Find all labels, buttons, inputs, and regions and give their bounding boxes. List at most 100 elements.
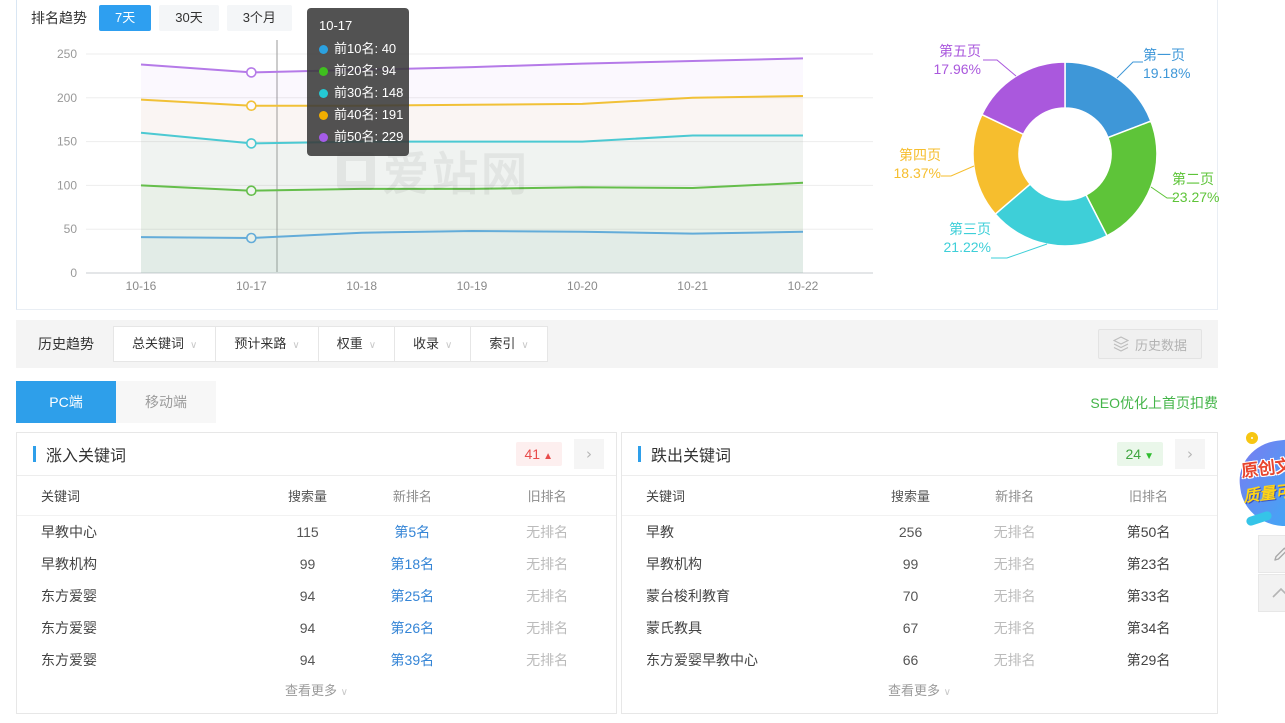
keyword-cell: 蒙氏教具 — [622, 618, 872, 638]
rank-trend-title: 排名趋势 — [31, 5, 87, 31]
tab-30days[interactable]: 30天 — [159, 5, 218, 31]
old-rank-cell: 无排名 — [478, 650, 616, 670]
pie-label-page5: 第五页17.96% — [913, 42, 981, 78]
tooltip-row: 前10名: 40 — [319, 38, 397, 60]
keyword-cell: 东方爱婴 — [17, 586, 269, 606]
promo-badge[interactable]: 原创文 质量可 — [1238, 436, 1285, 532]
chevron-down-icon: ∨ — [341, 687, 348, 698]
page-distribution-chart: 第一页19.18% 第二页23.27% 第三页21.22% 第四页18.37% … — [875, 26, 1251, 292]
tab-pc[interactable]: PC端 — [16, 381, 116, 423]
search-volume-cell: 94 — [269, 588, 347, 604]
old-rank-cell: 第23名 — [1080, 554, 1217, 574]
new-rank-cell[interactable]: 第39名 — [346, 650, 478, 670]
search-volume-cell: 67 — [872, 620, 949, 636]
search-volume-cell: 94 — [269, 620, 347, 636]
keyword-cell: 东方爱婴 — [17, 650, 269, 670]
old-rank-cell: 第34名 — [1080, 618, 1217, 638]
drop-view-more[interactable]: 查看更多 ∨ — [622, 676, 1217, 709]
new-rank-cell[interactable]: 第25名 — [346, 586, 478, 606]
chevron-down-icon: ∨ — [944, 687, 951, 698]
chevron-down-icon: ∨ — [190, 340, 197, 351]
series-dot-icon — [319, 45, 328, 54]
search-volume-cell: 115 — [269, 524, 347, 540]
new-rank-cell[interactable]: 第18名 — [346, 554, 478, 574]
rise-view-more[interactable]: 查看更多 ∨ — [17, 676, 616, 709]
tooltip-row: 前40名: 191 — [319, 104, 397, 126]
rise-more-arrow-button[interactable]: › — [574, 439, 604, 469]
filter-indexed[interactable]: 收录∨ — [394, 326, 471, 362]
title-accent-bar — [33, 446, 36, 462]
tab-mobile[interactable]: 移动端 — [116, 381, 216, 423]
pencil-icon — [1272, 545, 1285, 563]
svg-text:10-20: 10-20 — [567, 279, 598, 293]
svg-text:10-16: 10-16 — [126, 279, 157, 293]
rise-table-header: 关键词 搜索量 新排名 旧排名 — [17, 476, 616, 516]
svg-text:10-19: 10-19 — [457, 279, 488, 293]
drop-keywords-panel: 跌出关键词 24▼ › 关键词 搜索量 新排名 旧排名 早教256无排名第50名… — [621, 432, 1218, 714]
keyword-cell: 蒙台梭利教育 — [622, 586, 872, 606]
drop-more-arrow-button[interactable]: › — [1175, 439, 1205, 469]
triangle-down-icon: ▼ — [1144, 451, 1154, 462]
chevron-down-icon: ∨ — [445, 340, 452, 351]
table-row: 早教中心115第5名无排名 — [17, 516, 616, 548]
new-rank-cell: 无排名 — [949, 650, 1080, 670]
rise-keywords-panel: 涨入关键词 41▲ › 关键词 搜索量 新排名 旧排名 早教中心115第5名无排… — [16, 432, 617, 714]
history-filter-group: 总关键词∨ 预计来路∨ 权重∨ 收录∨ 索引∨ — [114, 326, 548, 362]
old-rank-cell: 无排名 — [478, 554, 616, 574]
tooltip-date: 10-17 — [319, 14, 397, 38]
layers-icon — [1113, 336, 1129, 352]
triangle-up-icon: ▲ — [543, 451, 553, 462]
old-rank-cell: 第29名 — [1080, 650, 1217, 670]
keyword-cell: 早教 — [622, 522, 872, 542]
history-trend-title: 历史趋势 — [38, 334, 94, 354]
tab-7days[interactable]: 7天 — [99, 5, 151, 31]
search-volume-cell: 99 — [872, 556, 949, 572]
tooltip-row: 前30名: 148 — [319, 82, 397, 104]
tooltip-row: 前20名: 94 — [319, 60, 397, 82]
svg-text:10-22: 10-22 — [788, 279, 819, 293]
keyword-cell: 早教中心 — [17, 522, 269, 542]
old-rank-cell: 无排名 — [478, 618, 616, 638]
seo-promo-link[interactable]: SEO优化上首页扣费 — [1090, 393, 1218, 413]
chevron-up-icon — [1271, 587, 1285, 599]
keyword-cell: 东方爱婴 — [17, 618, 269, 638]
table-row: 早教机构99无排名第23名 — [622, 548, 1217, 580]
pie-label-page4: 第四页18.37% — [875, 146, 941, 182]
svg-text:100: 100 — [57, 178, 77, 192]
rise-keywords-title: 涨入关键词 — [46, 442, 516, 466]
search-volume-cell: 70 — [872, 588, 949, 604]
svg-text:10-18: 10-18 — [346, 279, 377, 293]
svg-text:0: 0 — [70, 266, 77, 280]
svg-text:10-17: 10-17 — [236, 279, 267, 293]
drop-count-badge: 24▼ — [1117, 442, 1163, 466]
new-rank-cell: 无排名 — [949, 522, 1080, 542]
filter-weight[interactable]: 权重∨ — [318, 326, 395, 362]
tab-3months[interactable]: 3个月 — [227, 5, 292, 31]
chart-tooltip: 10-17 前10名: 40 前20名: 94 前30名: 148 前40名: … — [307, 8, 409, 156]
history-data-button[interactable]: 历史数据 — [1098, 329, 1202, 359]
keyword-cell: 东方爱婴早教中心 — [622, 650, 872, 670]
svg-text:50: 50 — [64, 222, 78, 236]
search-volume-cell: 99 — [269, 556, 347, 572]
keyword-cell: 早教机构 — [622, 554, 872, 574]
series-dot-icon — [319, 133, 328, 142]
filter-estimated-traffic[interactable]: 预计来路∨ — [215, 326, 318, 362]
filter-index[interactable]: 索引∨ — [470, 326, 547, 362]
table-row: 东方爱婴94第26名无排名 — [17, 612, 616, 644]
new-rank-cell[interactable]: 第5名 — [346, 522, 478, 542]
chevron-down-icon: ∨ — [292, 340, 299, 351]
table-row: 蒙氏教具67无排名第34名 — [622, 612, 1217, 644]
rank-trend-line-chart: 05010015020025010-1610-1710-1810-1910-20… — [17, 0, 897, 300]
table-row: 东方爱婴94第25名无排名 — [17, 580, 616, 612]
pie-label-page1: 第一页19.18% — [1143, 46, 1190, 82]
filter-total-keywords[interactable]: 总关键词∨ — [113, 326, 216, 362]
rank-trend-panel: 05010015020025010-1610-1710-1810-1910-20… — [16, 0, 1218, 310]
new-rank-cell: 无排名 — [949, 586, 1080, 606]
feedback-edit-button[interactable] — [1258, 535, 1285, 573]
tooltip-row: 前50名: 229 — [319, 126, 397, 148]
new-rank-cell[interactable]: 第26名 — [346, 618, 478, 638]
svg-text:250: 250 — [57, 47, 77, 61]
series-dot-icon — [319, 67, 328, 76]
keyword-cell: 早教机构 — [17, 554, 269, 574]
back-to-top-button[interactable] — [1258, 574, 1285, 612]
